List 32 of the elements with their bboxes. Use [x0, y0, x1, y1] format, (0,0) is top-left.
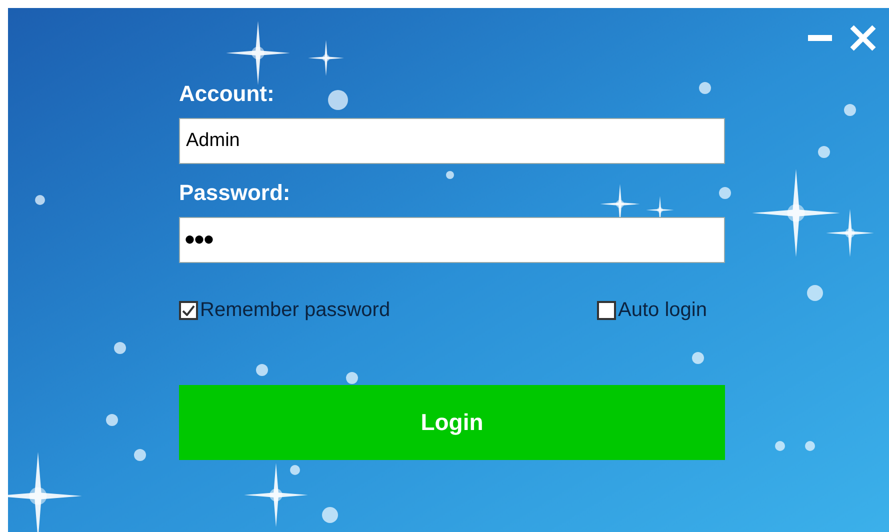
glow-dot — [719, 187, 731, 199]
checkmark-icon — [182, 304, 195, 316]
glow-dot — [290, 465, 300, 475]
glow-dot — [692, 352, 704, 364]
glow-dot — [818, 146, 830, 158]
glow-dot — [106, 414, 118, 426]
glow-dot — [328, 90, 348, 110]
minimize-icon — [808, 35, 832, 41]
glow-dot — [134, 449, 146, 461]
glow-dot — [807, 285, 823, 301]
glow-dot — [446, 171, 454, 179]
glow-dot — [114, 342, 126, 354]
sparkle-star — [244, 463, 308, 527]
checkbox[interactable] — [597, 300, 616, 320]
glow-dot — [699, 82, 711, 94]
sparkle-star — [226, 21, 290, 85]
password-label: Password: — [179, 179, 290, 207]
glow-dot — [805, 441, 815, 451]
account-label: Account: — [179, 80, 274, 108]
close-icon — [849, 24, 877, 52]
glow-dot — [346, 372, 358, 384]
option-label: Remember password — [200, 298, 390, 323]
account-field[interactable]: Admin — [179, 118, 725, 164]
glow-dot — [322, 507, 338, 523]
glow-dot — [775, 441, 785, 451]
glow-dot — [256, 364, 268, 376]
password-field[interactable]: ●●● — [179, 217, 725, 263]
sparkle-star — [308, 40, 344, 76]
glow-dot — [35, 195, 45, 205]
glow-dot — [844, 104, 856, 116]
option-label: Auto login — [618, 298, 707, 323]
checkbox[interactable] — [179, 300, 198, 320]
